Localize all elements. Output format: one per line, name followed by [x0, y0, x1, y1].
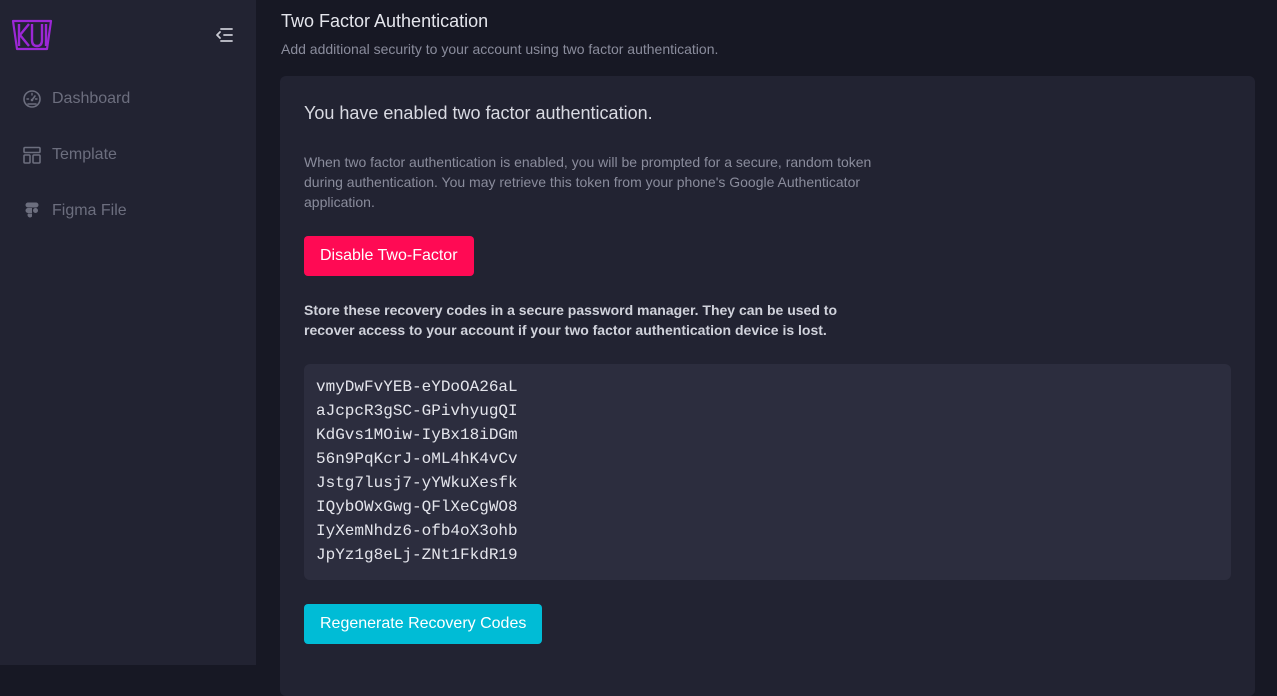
two-factor-status-heading: You have enabled two factor authenticati… [304, 103, 653, 123]
two-factor-explanation: When two factor authentication is enable… [304, 154, 872, 210]
recovery-codes-note: Store these recovery codes in a secure p… [304, 302, 837, 338]
recovery-codes-box: vmyDwFvYEB-eYDoOA26aL aJcpcR3gSC-GPivhyu… [304, 364, 1231, 580]
recovery-code: IQybOWxGwg-QFlXeCgWO8 [316, 498, 518, 516]
sidebar: Dashboard Template Figma File [0, 0, 256, 665]
sidebar-item-figma-file[interactable]: Figma File [22, 199, 127, 223]
two-factor-card: You have enabled two factor authenticati… [280, 76, 1255, 696]
menu-collapse-icon[interactable] [213, 24, 235, 46]
dashboard-gauge-icon [23, 90, 41, 108]
sidebar-item-label: Figma File [52, 202, 127, 219]
recovery-code: JpYz1g8eLj-ZNt1FkdR19 [316, 546, 518, 564]
section-description: Add additional security to your account … [281, 41, 719, 57]
regenerate-recovery-codes-button[interactable]: Regenerate Recovery Codes [304, 604, 543, 644]
recovery-code: 56n9PqKcrJ-oML4hK4vCv [316, 450, 518, 468]
recovery-code: KdGvs1MOiw-IyBx18iDGm [316, 426, 518, 444]
recovery-code: vmyDwFvYEB-eYDoOA26aL [316, 378, 518, 396]
main-content: Two Factor Authentication Add additional… [256, 0, 1277, 696]
recovery-code: aJcpcR3gSC-GPivhyugQI [316, 402, 518, 420]
recovery-code: IyXemNhdz6-ofb4oX3ohb [316, 522, 518, 540]
figma-icon [25, 202, 39, 218]
sidebar-item-label: Template [52, 146, 117, 163]
kui-logo[interactable] [10, 17, 54, 53]
recovery-code: Jstg7lusj7-yYWkuXesfk [316, 474, 518, 492]
sidebar-item-dashboard[interactable]: Dashboard [22, 87, 130, 111]
disable-two-factor-button[interactable]: Disable Two-Factor [304, 236, 474, 276]
sidebar-item-template[interactable]: Template [22, 143, 117, 167]
section-title: Two Factor Authentication [281, 11, 489, 31]
template-layout-icon [23, 146, 41, 164]
sidebar-item-label: Dashboard [52, 90, 131, 107]
